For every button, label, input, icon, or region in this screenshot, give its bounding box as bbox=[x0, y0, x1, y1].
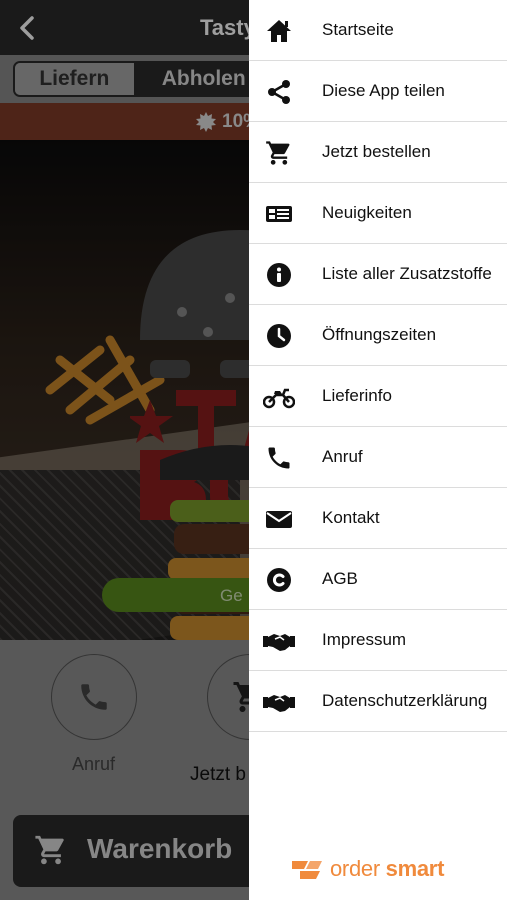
menu-label: Öffnungszeiten bbox=[322, 325, 437, 344]
handshake-icon bbox=[263, 695, 295, 712]
cart-icon bbox=[266, 141, 290, 165]
menu-label: Impressum bbox=[322, 630, 407, 649]
menu-label: AGB bbox=[322, 569, 358, 588]
menu-item-call[interactable]: Anruf bbox=[249, 427, 507, 488]
menu-item-startseite[interactable]: Startseite bbox=[249, 0, 507, 61]
order-smart-logo: order smart bbox=[290, 856, 444, 882]
clock-icon bbox=[267, 324, 291, 348]
menu-label: Startseite bbox=[322, 20, 394, 39]
motorcycle-icon bbox=[263, 388, 295, 409]
menu-item-additives[interactable]: Liste aller Zusatzstoffe bbox=[249, 244, 507, 305]
menu-label: Lieferinfo bbox=[322, 386, 392, 405]
envelope-icon bbox=[266, 511, 292, 528]
menu-label: Datenschutzerklärung bbox=[322, 691, 488, 710]
news-icon bbox=[266, 206, 292, 222]
menu-label: Diese App teilen bbox=[322, 81, 445, 100]
menu-label: Jetzt bestellen bbox=[322, 142, 431, 161]
menu-item-privacy[interactable]: Datenschutzerklärung bbox=[249, 671, 507, 732]
menu-item-agb[interactable]: AGB bbox=[249, 549, 507, 610]
menu-item-share-app[interactable]: Diese App teilen bbox=[249, 61, 507, 122]
brand-text: order smart bbox=[330, 856, 445, 881]
home-icon bbox=[267, 20, 291, 42]
menu-label: Kontakt bbox=[322, 508, 380, 527]
menu-item-news[interactable]: Neuigkeiten bbox=[249, 183, 507, 244]
menu-item-opening-hours[interactable]: Öffnungszeiten bbox=[249, 305, 507, 366]
menu-item-delivery-info[interactable]: Lieferinfo bbox=[249, 366, 507, 427]
order-smart-icon bbox=[292, 861, 322, 879]
info-icon bbox=[267, 263, 291, 287]
menu-item-contact[interactable]: Kontakt bbox=[249, 488, 507, 549]
menu-label: Anruf bbox=[322, 447, 363, 466]
menu-item-order-now[interactable]: Jetzt bestellen bbox=[249, 122, 507, 183]
handshake-icon bbox=[263, 634, 295, 651]
phone-icon bbox=[268, 447, 290, 469]
copyright-icon bbox=[267, 568, 291, 592]
menu-label: Neuigkeiten bbox=[322, 203, 412, 222]
menu-item-impressum[interactable]: Impressum bbox=[249, 610, 507, 671]
navigation-drawer: Startseite Diese App teilen Jetzt bestel… bbox=[249, 0, 507, 900]
share-icon bbox=[268, 80, 290, 104]
menu-label: Liste aller Zusatzstoffe bbox=[322, 264, 492, 283]
